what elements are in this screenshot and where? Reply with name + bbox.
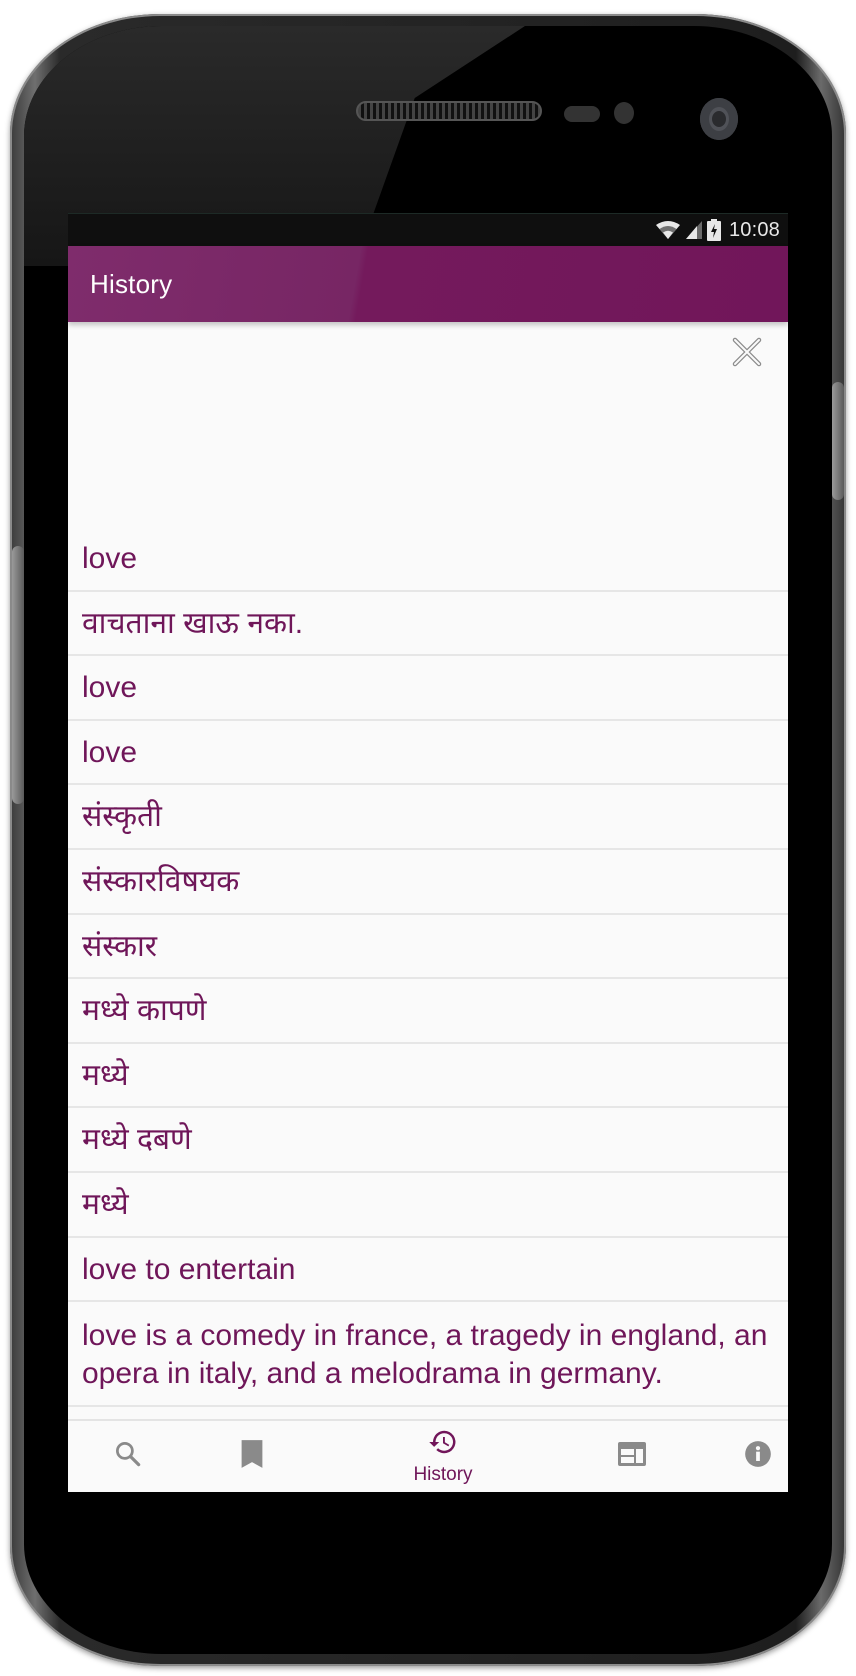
nav-history-label: History [413,1464,473,1485]
app-screen: 10:08 History love वाचताना खाऊ नका. love… [68,213,788,1492]
history-item[interactable]: love [68,527,788,592]
volume-button [12,546,24,804]
nav-search[interactable] [98,1421,158,1492]
close-icon [732,337,762,372]
battery-charging-icon [706,219,721,241]
history-item[interactable]: मध्ये कापणे [68,979,788,1044]
web-layout-icon [618,1442,646,1471]
front-camera [700,98,738,140]
wifi-icon [655,220,681,240]
nav-info[interactable] [728,1421,788,1492]
history-item[interactable]: संस्कृती [68,785,788,850]
history-item[interactable]: love to entertain [68,1238,788,1303]
earpiece-speaker [356,101,542,121]
search-icon [113,1439,143,1474]
proximity-sensor [564,106,600,122]
bookmark-icon [240,1439,264,1474]
status-bar: 10:08 [68,213,788,246]
history-item[interactable]: संस्कार [68,915,788,980]
status-time: 10:08 [728,218,780,241]
history-item[interactable]: love [68,656,788,721]
history-list: love वाचताना खाऊ नका. love love संस्कृती… [68,527,788,1408]
page-title: History [90,268,173,299]
clear-history-button[interactable] [732,337,762,372]
nav-layout[interactable] [602,1421,662,1492]
nav-bookmarks[interactable] [222,1421,282,1492]
history-icon [428,1427,458,1462]
history-item[interactable]: love is a comedy in france, a tragedy in… [68,1302,788,1408]
light-sensor [614,102,634,124]
bottom-navigation: History [68,1419,788,1492]
nav-history[interactable]: History [388,1421,498,1492]
history-item[interactable]: संस्कारविषयक [68,850,788,915]
app-bar: History [68,246,788,322]
history-content: love वाचताना खाऊ नका. love love संस्कृती… [68,322,788,1419]
history-item[interactable]: मध्ये [68,1044,788,1109]
history-item[interactable]: love [68,721,788,786]
history-item[interactable]: वाचताना खाऊ नका. [68,592,788,657]
history-item[interactable]: मध्ये [68,1173,788,1238]
info-icon [744,1440,772,1473]
power-button [832,382,844,500]
cellular-signal-icon [685,220,703,240]
history-item[interactable]: मध्ये दबणे [68,1108,788,1173]
